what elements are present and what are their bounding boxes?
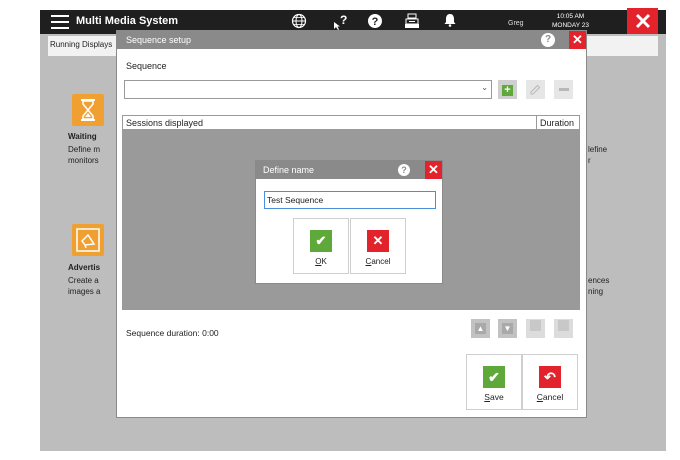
- dialog-title: Sequence setup: [126, 35, 192, 45]
- ok-button[interactable]: ✔ OK: [293, 218, 349, 274]
- megaphone-icon[interactable]: [72, 224, 104, 256]
- pointer-help-icon[interactable]: ?: [331, 13, 349, 31]
- right-desc-1: lefine: [588, 145, 608, 154]
- app-title: Multi Media System: [76, 15, 179, 27]
- close-define-name-button[interactable]: ✕: [425, 161, 442, 179]
- cash-register-icon[interactable]: [403, 13, 421, 31]
- advert-title: Advertis: [68, 263, 101, 272]
- sequence-setup-header: Sequence setup ? ✕: [117, 31, 586, 49]
- col-sessions-displayed: Sessions displayed: [126, 118, 204, 128]
- pencil-icon: [530, 320, 541, 331]
- move-up-button[interactable]: ▲: [471, 319, 490, 338]
- app-window: Multi Media System ? ? Greg 10:05 AM MON…: [40, 8, 666, 451]
- clock-time: 10:05 AM: [556, 13, 585, 20]
- sessions-table-header: Sessions displayed Duration: [123, 116, 579, 130]
- advert-desc-1: Create a: [68, 276, 99, 285]
- advert-desc-2: images a: [68, 287, 101, 296]
- pencil-icon: [530, 84, 541, 95]
- duration-label: Sequence duration:: [126, 328, 200, 338]
- close-dialog-button[interactable]: ✕: [569, 31, 586, 49]
- chevron-up-icon: ▲: [475, 323, 486, 334]
- cancel-button[interactable]: ↶ Cancel: [522, 354, 578, 410]
- close-app-button[interactable]: [627, 8, 658, 35]
- tab-running-displays[interactable]: Running Displays: [50, 40, 112, 49]
- col-duration: Duration: [536, 116, 579, 129]
- edit-session-button[interactable]: [526, 319, 545, 338]
- sequence-duration: Sequence duration: 0:00: [126, 328, 219, 338]
- globe-icon[interactable]: [290, 13, 308, 31]
- sequence-select[interactable]: ⌄: [124, 80, 492, 99]
- help-icon[interactable]: ?: [366, 13, 384, 31]
- remove-session-button[interactable]: [554, 319, 573, 338]
- user-name: Greg: [508, 20, 524, 27]
- bell-icon[interactable]: [441, 13, 459, 31]
- ok-label: OK: [315, 257, 327, 266]
- svg-text:?: ?: [372, 16, 379, 28]
- svg-text:?: ?: [340, 13, 347, 27]
- clock-day: MONDAY 23: [552, 22, 589, 29]
- cancel-label: Cancel: [365, 257, 391, 266]
- save-button[interactable]: ✔ Save: [466, 354, 522, 410]
- right2-desc-2: ning: [588, 287, 604, 296]
- move-down-button[interactable]: ▼: [498, 319, 517, 338]
- clock: 10:05 AM MONDAY 23: [552, 12, 589, 30]
- cancel-label: Cancel: [536, 392, 564, 402]
- chevron-down-icon: ⌄: [481, 83, 488, 92]
- menu-icon[interactable]: [51, 15, 69, 29]
- name-input[interactable]: [264, 191, 436, 209]
- right2-desc-1: ences: [588, 276, 610, 285]
- minus-icon: [558, 88, 569, 92]
- minus-icon: [558, 320, 569, 331]
- define-name-header: Define name ? ✕: [256, 161, 442, 179]
- define-name-title: Define name: [263, 165, 315, 175]
- duration-value: 0:00: [202, 328, 219, 338]
- define-name-dialog: Define name ? ✕ ✔ OK ✕ Cancel: [255, 160, 443, 284]
- right-desc-2: r: [588, 156, 591, 165]
- waiting-desc-1: Define m: [68, 145, 101, 154]
- add-sequence-button[interactable]: +: [498, 80, 517, 99]
- waiting-desc-2: monitors: [68, 156, 99, 165]
- help-icon[interactable]: ?: [398, 164, 410, 176]
- check-icon: ✔: [310, 230, 332, 252]
- sequence-label: Sequence: [126, 61, 167, 71]
- cancel-define-name-button[interactable]: ✕ Cancel: [350, 218, 406, 274]
- help-icon[interactable]: ?: [541, 33, 555, 47]
- undo-icon: ↶: [539, 366, 561, 388]
- plus-icon: +: [502, 85, 513, 96]
- delete-sequence-button[interactable]: [554, 80, 573, 99]
- close-icon: ✕: [367, 230, 389, 252]
- waiting-title: Waiting: [68, 132, 97, 141]
- edit-sequence-button[interactable]: [526, 80, 545, 99]
- check-icon: ✔: [483, 366, 505, 388]
- chevron-down-icon: ▼: [502, 323, 513, 334]
- hourglass-icon[interactable]: [72, 94, 104, 126]
- close-icon: [635, 13, 650, 29]
- save-label: Save: [484, 392, 504, 402]
